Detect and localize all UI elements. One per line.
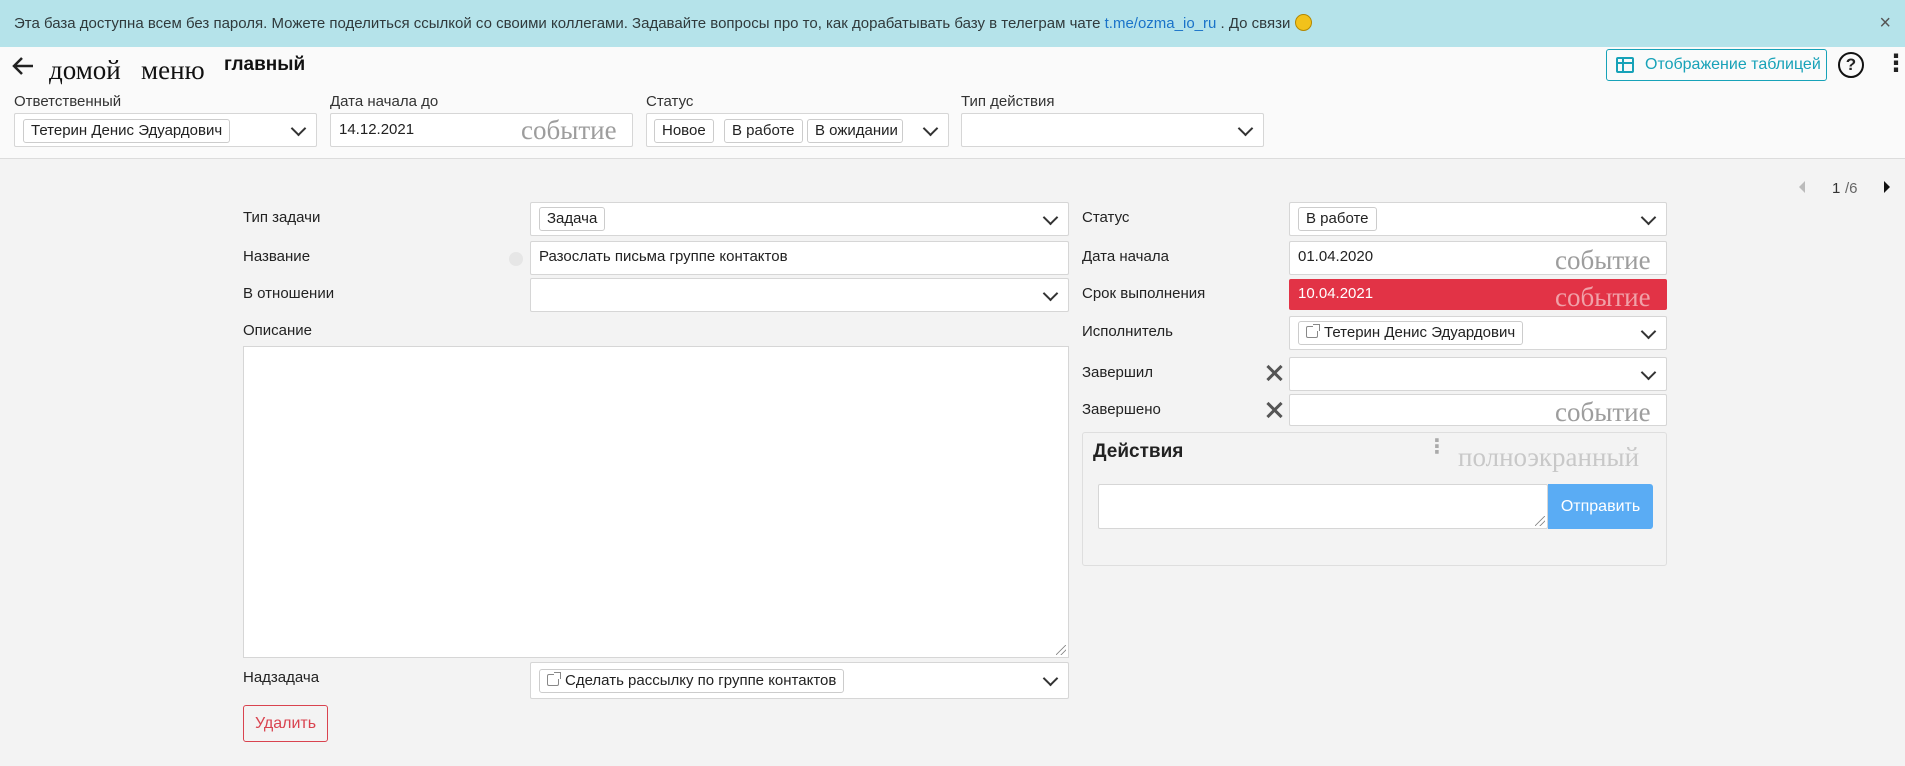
table-view-label: Отображение таблицей [1645,56,1821,73]
filter-status-label: Статус [646,93,694,110]
description-textarea[interactable] [243,346,1069,658]
page-header: домой меню главный Отображение таблицей … [0,47,1905,159]
event-watermark: событие [1555,245,1651,275]
task-type-label: Тип задачи [243,209,321,226]
fullscreen-watermark: полноэкранный [1458,442,1640,472]
filter-responsible-select[interactable]: Тетерин Денис Эдуардович [14,113,317,147]
info-banner: Эта база доступна всем без пароля. Может… [0,0,1905,47]
parent-task-tag[interactable]: Сделать рассылку по группе контактов [539,669,845,693]
external-link-icon [547,672,561,686]
send-button[interactable]: Отправить [1548,484,1653,529]
relation-select[interactable] [530,278,1069,312]
next-page-icon[interactable] [1882,180,1892,194]
pager-total: /6 [1845,180,1858,197]
status-tag-waiting: В ожидании [807,119,903,143]
banner-tail: . До связи [1216,15,1295,32]
event-watermark: событие [521,115,617,145]
executor-value: Тетерин Денис Эдуардович [1324,324,1516,341]
prev-page-icon[interactable] [1797,180,1807,194]
finished-by-label: Завершил [1082,364,1154,381]
chevron-down-icon [1042,670,1059,687]
actions-panel: Действия ⋮ полноэкранный Отправить [1082,432,1667,566]
actions-title: Действия [1093,441,1184,462]
filter-start-date-value: 14.12.2021 [339,121,415,138]
chevron-down-icon [1042,209,1059,226]
indicator-dot [509,252,523,266]
filter-responsible-label: Ответственный [14,93,122,110]
chevron-down-icon [1237,120,1254,137]
table-view-button[interactable]: Отображение таблицей [1606,49,1827,81]
name-input[interactable]: Разослать письма группе контактов [530,241,1069,275]
chevron-down-icon [1640,323,1657,340]
description-label: Описание [243,322,313,339]
chevron-down-icon [922,120,939,137]
more-icon[interactable]: ⋮ [1884,51,1905,77]
task-type-tag: Задача [539,207,606,231]
task-type-select[interactable]: Задача [530,202,1069,236]
arrow-left-icon[interactable] [11,55,35,77]
deadline-label: Срок выполнения [1082,285,1206,302]
filter-responsible-tag: Тетерин Денис Эдуардович [23,119,231,143]
relation-label: В отношении [243,285,335,302]
actions-more-icon[interactable]: ⋮ [1427,437,1447,457]
executor-tag[interactable]: Тетерин Денис Эдуардович [1298,321,1524,345]
filter-action-type-select[interactable] [961,113,1264,147]
resize-grip-icon[interactable] [1535,516,1545,526]
close-icon[interactable]: × [1879,0,1891,47]
breadcrumb-home[interactable]: домой [49,55,121,86]
name-value: Разослать письма группе контактов [539,248,788,265]
executor-select[interactable]: Тетерин Денис Эдуардович [1289,316,1667,350]
delete-button[interactable]: Удалить [243,705,328,742]
table-icon [1616,57,1634,73]
finished-input[interactable]: событие [1289,394,1667,426]
deadline-input[interactable]: 10.04.2021 событие [1289,279,1667,310]
executor-label: Исполнитель [1082,323,1173,340]
parent-task-select[interactable]: Сделать рассылку по группе контактов [530,662,1069,699]
status-tag-in-progress: В работе [724,119,803,143]
status-tag-new: Новое [654,119,714,143]
start-date-value: 01.04.2020 [1298,248,1374,265]
event-watermark: событие [1555,282,1651,310]
event-watermark: событие [1555,397,1651,426]
start-date-input[interactable]: 01.04.2020 событие [1289,241,1667,275]
action-comment-input[interactable] [1098,484,1548,529]
finished-label: Завершено [1082,401,1161,418]
finished-by-select[interactable] [1289,357,1667,391]
start-date-label: Дата начала [1082,248,1169,265]
chevron-down-icon [1042,285,1059,302]
parent-task-label: Надзадача [243,669,320,686]
smile-icon [1294,14,1312,31]
page-title: главный [224,54,306,75]
banner-text: Эта база доступна всем без пароля. Может… [14,15,1105,32]
parent-task-value: Сделать рассылку по группе контактов [565,672,837,689]
filter-start-date-input[interactable]: 14.12.2021 событие [330,113,633,147]
tools-icon[interactable] [1265,401,1283,419]
status-label: Статус [1082,209,1130,226]
chevron-down-icon [1640,364,1657,381]
tools-icon[interactable] [1265,364,1283,382]
resize-grip-icon[interactable] [1056,645,1066,655]
filter-start-date-label: Дата начала до [330,93,439,110]
pager-current: 1 [1832,180,1841,197]
external-link-icon [1306,324,1320,338]
telegram-link[interactable]: t.me/ozma_io_ru [1105,15,1217,32]
name-label: Название [243,248,311,265]
filter-action-type-label: Тип действия [961,93,1055,110]
breadcrumb-menu[interactable]: меню [141,55,205,86]
chevron-down-icon [1640,209,1657,226]
chevron-down-icon [290,120,307,137]
deadline-value: 10.04.2021 [1298,285,1374,302]
help-icon[interactable]: ? [1838,52,1864,78]
filter-status-select[interactable]: Новое В работе В ожидании [646,113,949,147]
status-tag: В работе [1298,207,1377,231]
status-select[interactable]: В работе [1289,202,1667,236]
